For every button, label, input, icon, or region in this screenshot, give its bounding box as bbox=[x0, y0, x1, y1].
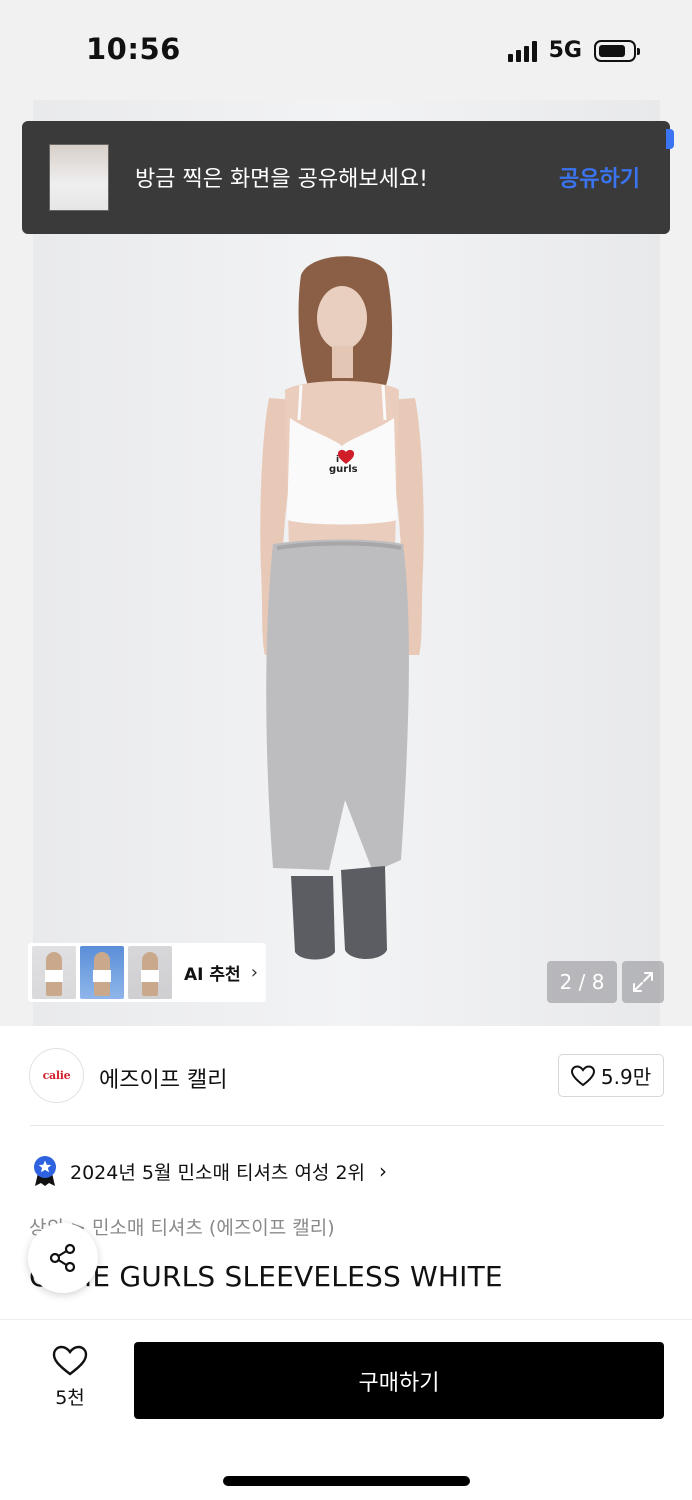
model-image: i gurls bbox=[260, 256, 424, 960]
home-indicator bbox=[223, 1476, 470, 1486]
share-icon bbox=[49, 1243, 76, 1273]
product-title: CALIE GURLS SLEEVELESS WHITE bbox=[29, 1260, 503, 1293]
share-toast: 방금 찍은 화면을 공유해보세요! 공유하기 bbox=[22, 121, 674, 234]
svg-text:gurls: gurls bbox=[329, 464, 358, 475]
brand-like-button[interactable]: 5.9만 bbox=[558, 1054, 664, 1097]
page-indicator: 2 / 8 bbox=[547, 961, 617, 1003]
expand-icon[interactable] bbox=[622, 961, 664, 1003]
ai-thumb-2 bbox=[80, 946, 124, 999]
ai-recommend-text: AI 추천 bbox=[184, 965, 241, 985]
ranking-badge-icon bbox=[34, 1156, 56, 1186]
ranking-text: 2024년 5월 민소매 티셔츠 여성 2위 bbox=[70, 1161, 366, 1184]
brand-name[interactable]: 에즈이프 캘리 bbox=[99, 1062, 227, 1094]
brand-logo-text: calie bbox=[42, 1069, 71, 1082]
ai-recommend-chip[interactable]: AI 추천 › bbox=[28, 943, 266, 1002]
product-photo[interactable]: i gurls bbox=[33, 100, 660, 1026]
status-indicators: 5G bbox=[507, 38, 640, 63]
network-type: 5G bbox=[548, 38, 582, 63]
status-bar: 10:56 5G bbox=[0, 0, 692, 100]
wishlist-count: 5천 bbox=[55, 1387, 85, 1409]
toast-share-button[interactable]: 공유하기 bbox=[559, 161, 640, 193]
heart-icon bbox=[52, 1345, 88, 1376]
battery-icon bbox=[594, 39, 640, 62]
bottom-action-bar: 5천 구매하기 bbox=[0, 1319, 692, 1500]
toast-message: 방금 찍은 화면을 공유해보세요! bbox=[135, 167, 428, 192]
chevron-right-icon: › bbox=[250, 962, 258, 983]
brand-row[interactable]: calie 에즈이프 캘리 5.9만 bbox=[0, 1046, 692, 1106]
screenshot-thumbnail[interactable] bbox=[49, 144, 109, 211]
buy-button[interactable]: 구매하기 bbox=[134, 1342, 664, 1419]
ai-thumb-1 bbox=[32, 946, 76, 999]
toast-edge-marker bbox=[666, 129, 674, 149]
signal-icon bbox=[507, 40, 537, 62]
brand-like-count: 5.9만 bbox=[600, 1065, 652, 1089]
share-button[interactable] bbox=[28, 1223, 98, 1293]
heart-icon bbox=[570, 1064, 595, 1086]
brand-logo[interactable]: calie bbox=[29, 1048, 84, 1103]
ranking-row[interactable]: 2024년 5월 민소매 티셔츠 여성 2위 › bbox=[32, 1155, 387, 1187]
product-gallery[interactable]: i gurls AI 추천 › 2 / 8 bbox=[0, 100, 692, 1026]
ai-thumb-3 bbox=[128, 946, 172, 999]
status-time: 10:56 bbox=[86, 32, 181, 66]
wishlist-button[interactable]: 5천 bbox=[40, 1345, 100, 1410]
chevron-right-icon: › bbox=[379, 1159, 388, 1183]
divider bbox=[30, 1125, 664, 1126]
ai-recommend-label: AI 추천 › bbox=[184, 960, 258, 985]
